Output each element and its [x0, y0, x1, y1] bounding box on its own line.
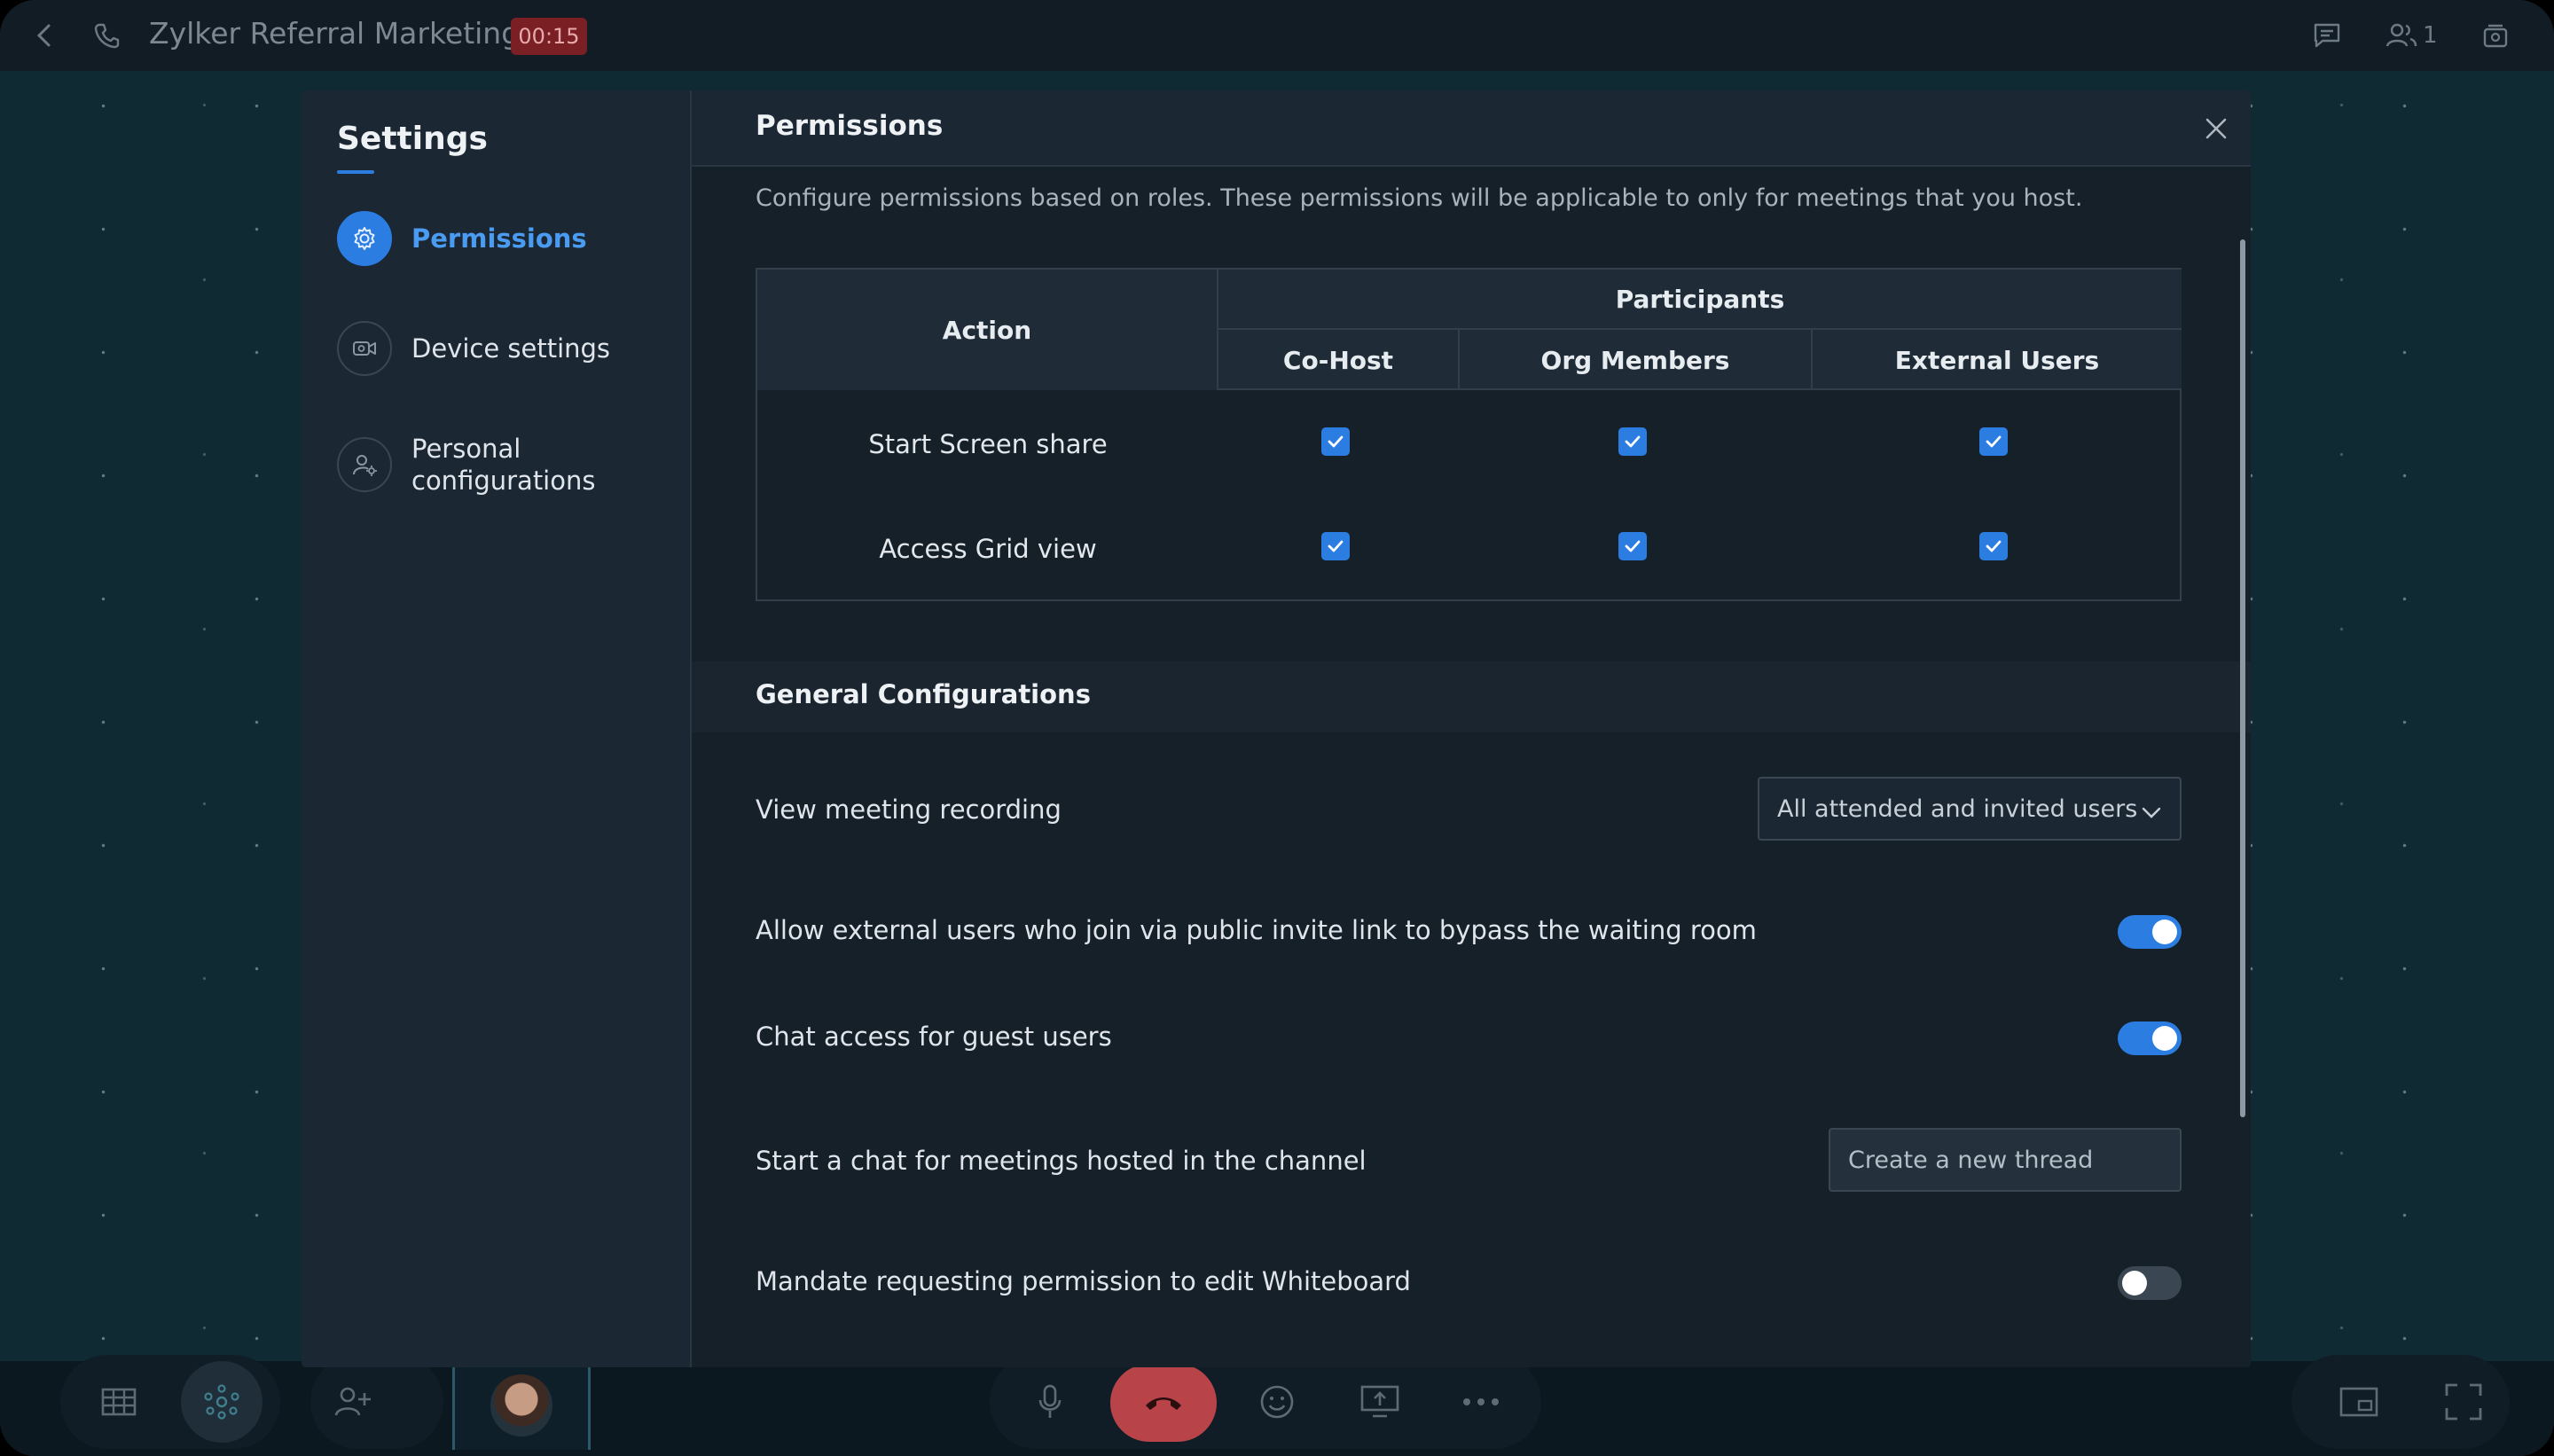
scrollbar[interactable]	[2240, 239, 2245, 1117]
screen-share-icon[interactable]	[1339, 1361, 1421, 1443]
gear-icon	[337, 211, 392, 266]
sidebar-item-label: Personal configurations	[411, 434, 596, 496]
user-gear-icon	[337, 437, 392, 492]
sidebar-item-device-settings[interactable]: Device settings	[337, 321, 610, 376]
view-recording-label: View meeting recording	[756, 795, 1062, 825]
header-divider	[1218, 388, 2182, 390]
permissions-table: Action Participants Co-Host Org Members …	[756, 268, 2182, 601]
view-recording-select[interactable]: All attended and invited users	[1758, 777, 2182, 841]
participants-icon	[2386, 23, 2417, 47]
grid-view-icon[interactable]	[78, 1361, 160, 1443]
sidebar-item-personal-configurations[interactable]: Personal configurations	[337, 433, 607, 497]
checkmark-icon	[1986, 540, 2002, 552]
participants-header: Participants	[1218, 270, 2182, 330]
self-video-tile[interactable]	[452, 1361, 591, 1450]
channel-chat-field[interactable]: Create a new thread	[1829, 1128, 2182, 1192]
bypass-waiting-room-toggle[interactable]	[2118, 915, 2182, 949]
spotlight-view-icon[interactable]	[181, 1361, 262, 1443]
end-call-button[interactable]	[1110, 1364, 1217, 1442]
sidebar-item-label: Permissions	[411, 223, 587, 254]
more-options-icon[interactable]	[1440, 1361, 1522, 1443]
permissions-panel: Permissions Configure permissions based …	[690, 90, 2251, 1367]
meeting-screen: Zylker Referral Marketing 00:15 1 Settin…	[0, 0, 2554, 1456]
general-configurations-title: General Configurations	[756, 679, 1091, 709]
checkmark-icon	[1625, 540, 1641, 552]
back-arrow-icon[interactable]	[27, 18, 62, 53]
view-recording-value: All attended and invited users	[1777, 795, 2138, 823]
phone-icon	[89, 18, 124, 53]
panel-header: Permissions	[692, 90, 2251, 167]
checkmark-icon	[1328, 435, 1344, 448]
column-header-co-host: Co-Host	[1218, 330, 1460, 390]
add-participant-icon[interactable]	[312, 1361, 394, 1443]
checkbox-grid-view-org-members[interactable]	[1618, 532, 1647, 560]
channel-chat-label: Start a chat for meetings hosted in the …	[756, 1146, 1367, 1176]
toggle-knob	[2152, 920, 2177, 944]
meeting-topbar: Zylker Referral Marketing 00:15 1	[0, 0, 2554, 71]
bypass-waiting-room-label: Allow external users who join via public…	[756, 915, 1757, 945]
checkmark-icon	[1986, 435, 2002, 448]
checkmark-icon	[1328, 540, 1344, 552]
settings-title: Settings	[337, 121, 488, 157]
guest-chat-label: Chat access for guest users	[756, 1022, 1112, 1052]
avatar	[490, 1374, 552, 1436]
guest-chat-toggle[interactable]	[2118, 1022, 2182, 1055]
title-underline	[337, 170, 374, 174]
toggle-knob	[2152, 1026, 2177, 1051]
close-icon[interactable]	[2196, 108, 2237, 149]
checkbox-screen-share-org-members[interactable]	[1618, 427, 1647, 456]
settings-panel-icon[interactable]	[2478, 18, 2513, 53]
permissions-description: Configure permissions based on roles. Th…	[756, 184, 2083, 212]
microphone-icon[interactable]	[1009, 1361, 1091, 1443]
camera-icon	[337, 321, 392, 376]
checkbox-grid-view-co-host[interactable]	[1321, 532, 1350, 560]
chat-icon[interactable]	[2309, 18, 2345, 53]
meeting-title: Zylker Referral Marketing	[149, 16, 521, 51]
column-header-org-members: Org Members	[1460, 330, 1813, 390]
recording-timer: 00:15	[511, 18, 587, 55]
whiteboard-permission-label: Mandate requesting permission to edit Wh…	[756, 1266, 1411, 1296]
page-title: Permissions	[756, 110, 944, 142]
sidebar-item-permissions[interactable]: Permissions	[337, 211, 587, 266]
settings-modal: Settings Permissions Device settings Per…	[302, 90, 2251, 1367]
checkmark-icon	[1625, 435, 1641, 448]
row-access-grid-view: Access Grid view	[879, 534, 1097, 564]
fullscreen-icon[interactable]	[2423, 1361, 2504, 1443]
toggle-knob	[2122, 1271, 2147, 1296]
column-header-external-users: External Users	[1813, 330, 2182, 390]
participants-button[interactable]: 1	[2386, 18, 2465, 53]
settings-sidebar: Settings Permissions Device settings Per…	[302, 90, 690, 1367]
chevron-down-icon	[2141, 798, 2162, 826]
row-start-screen-share: Start Screen share	[868, 429, 1108, 459]
picture-in-picture-icon[interactable]	[2318, 1361, 2400, 1443]
participant-count: 1	[2423, 22, 2438, 49]
emoji-reaction-icon[interactable]	[1236, 1361, 1318, 1443]
channel-chat-value: Create a new thread	[1848, 1146, 2094, 1174]
checkbox-screen-share-co-host[interactable]	[1321, 427, 1350, 456]
checkbox-grid-view-external-users[interactable]	[1979, 532, 2008, 560]
action-column-header: Action	[757, 270, 1218, 390]
hang-up-icon	[1146, 1397, 1181, 1410]
checkbox-screen-share-external-users[interactable]	[1979, 427, 2008, 456]
sidebar-item-label: Device settings	[411, 333, 611, 364]
whiteboard-permission-toggle[interactable]	[2118, 1266, 2182, 1300]
